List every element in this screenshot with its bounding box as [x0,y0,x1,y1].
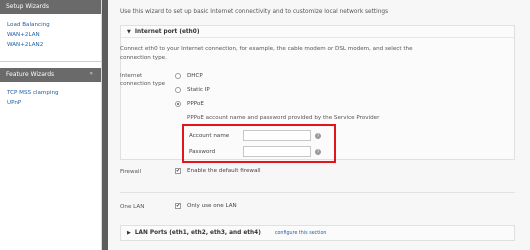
radio-pppoe-label: PPPoE [187,101,204,107]
sidebar-item-load-balancing[interactable]: Load Balancing [0,20,101,30]
radio-pppoe[interactable] [175,101,181,107]
feature-wizards-header: Feature Wizards « [0,68,101,82]
sidebar-divider [0,61,101,62]
setup-wizards-header: Setup Wizards [0,0,101,14]
intro-text: Use this wizard to set up basic Internet… [120,9,389,15]
setup-wizards-title: Setup Wizards [6,3,49,10]
internet-port-title: Internet port (eth0) [134,29,200,35]
one-lan-checkbox[interactable]: ✔ [175,203,181,209]
firewall-label: Firewall [120,169,142,175]
caret-down-icon: ▼ [127,29,131,35]
collapse-icon[interactable]: « [89,70,93,77]
lan-ports-panel: ▶ LAN Ports (eth1, eth2, eth3, and eth4) c… [120,225,515,241]
main-content: Use this wizard to set up basic Internet… [108,0,530,250]
credentials-highlight: Account name ? Password ? [182,124,336,163]
account-name-label: Account name [189,133,230,139]
radio-dhcp-label: DHCP [187,73,203,79]
caret-right-icon: ▶ [127,230,131,236]
firewall-checkbox-label: Enable the default firewall [187,168,261,174]
password-input[interactable] [243,146,311,157]
radio-static-ip-label: Static IP [187,87,210,93]
one-lan-label: One LAN [120,204,145,210]
feature-wizards-title: Feature Wizards [6,71,55,78]
connection-type-label: Internet connection type [120,73,166,87]
one-lan-checkbox-label: Only use one LAN [187,203,237,209]
password-help-icon[interactable]: ? [315,149,321,155]
radio-static-ip[interactable] [175,87,181,93]
pppoe-note: PPPoE account name and password provided… [187,115,380,121]
password-label: Password [189,149,216,155]
sidebar-item-wan-2lan2[interactable]: WAN+2LAN2 [0,40,101,50]
internet-port-header[interactable]: ▼ Internet port (eth0) [121,26,514,38]
feature-wizards-list: TCP MSS clamping UPnP [0,82,101,108]
configure-section-link[interactable]: configure this section [275,231,327,236]
setup-wizards-list: Load Balancing WAN+2LAN WAN+2LAN2 [0,14,101,50]
account-help-icon[interactable]: ? [315,133,321,139]
sidebar-item-wan-2lan[interactable]: WAN+2LAN [0,30,101,40]
sidebar-item-upnp[interactable]: UPnP [0,98,101,108]
lan-ports-header[interactable]: ▶ LAN Ports (eth1, eth2, eth3, and eth4) c… [121,226,514,240]
sidebar-item-tcp-mss-clamping[interactable]: TCP MSS clamping [0,88,101,98]
firewall-checkbox[interactable]: ✔ [175,168,181,174]
internet-port-description: Connect eth0 to your Internet connection… [120,46,413,61]
section-divider [120,192,515,193]
account-name-input[interactable] [243,130,311,141]
sidebar: Setup Wizards Load Balancing WAN+2LAN WA… [0,0,102,250]
lan-ports-title: LAN Ports (eth1, eth2, eth3, and eth4) [134,230,261,236]
radio-dhcp[interactable] [175,73,181,79]
